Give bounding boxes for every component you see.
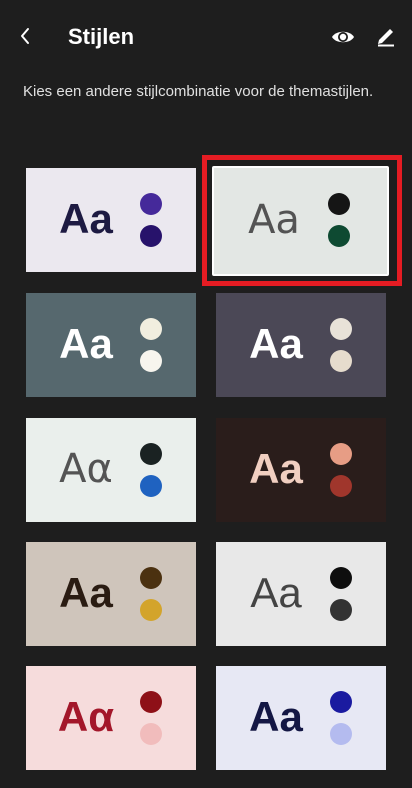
style-sample-text: Aα (57, 693, 115, 741)
color-swatch-secondary (140, 599, 162, 621)
color-swatch-primary (140, 193, 162, 215)
color-swatch-primary (140, 318, 162, 340)
style-sample-text: Aa (249, 693, 303, 741)
color-swatch-primary (330, 318, 352, 340)
style-card[interactable]: Aa (216, 418, 386, 522)
color-swatch-primary (140, 691, 162, 713)
style-card[interactable]: Aa (216, 293, 386, 397)
style-card[interactable]: Aa (216, 666, 386, 770)
style-sample-text: Aα (59, 446, 113, 493)
color-swatch-primary (330, 443, 352, 465)
style-card[interactable]: Aα (26, 666, 196, 770)
color-swatch-secondary (330, 723, 352, 745)
style-sample-text: Aa (249, 445, 303, 493)
color-swatch-primary (140, 567, 162, 589)
color-swatch-secondary (330, 475, 352, 497)
color-swatch-secondary (140, 350, 162, 372)
color-swatch-secondary (330, 350, 352, 372)
style-card[interactable]: Aa (26, 293, 196, 397)
color-swatch-secondary (330, 599, 352, 621)
style-sample-text: Aa (59, 569, 113, 617)
style-card[interactable]: Aa (26, 168, 196, 272)
selection-highlight (202, 155, 402, 286)
color-swatch-secondary (140, 475, 162, 497)
color-swatch-secondary (140, 225, 162, 247)
style-sample-text: Aa (59, 195, 113, 243)
color-swatch-secondary (140, 723, 162, 745)
style-sample-text: Aa (59, 320, 113, 368)
color-swatch-primary (330, 691, 352, 713)
color-swatch-primary (330, 567, 352, 589)
style-card[interactable]: Aa (216, 542, 386, 646)
style-card[interactable]: Aa (26, 542, 196, 646)
color-swatch-primary (140, 443, 162, 465)
style-sample-text: Aa (249, 320, 303, 368)
style-sample-text: Aa (250, 569, 302, 617)
style-card[interactable]: Aα (26, 418, 196, 522)
style-grid: Aa Aa Aa Aa Aα Aa Aa Aa Aα Aa (0, 0, 412, 788)
